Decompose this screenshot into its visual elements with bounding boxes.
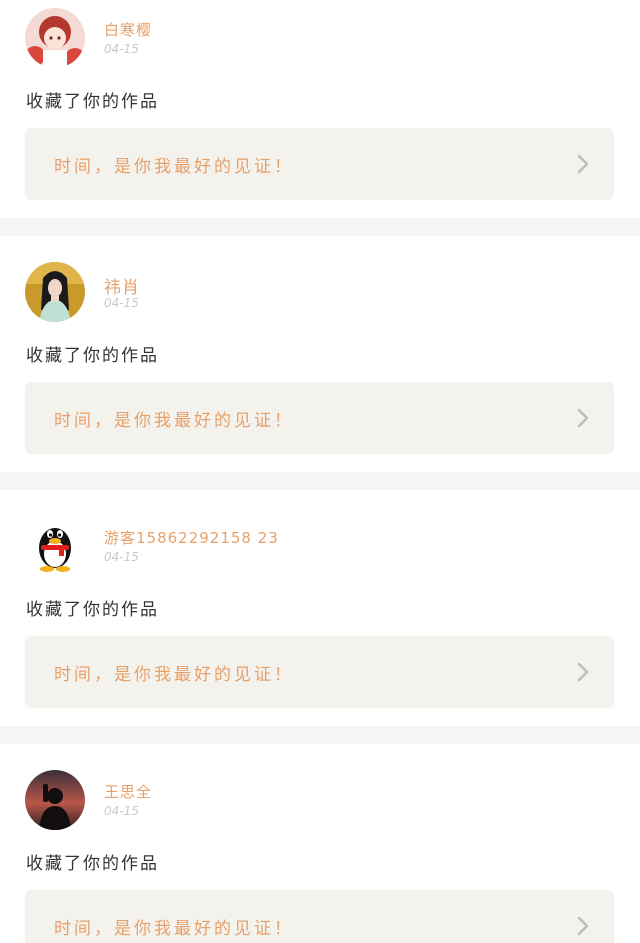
item-separator xyxy=(0,472,640,490)
work-title: 时间，是你我最好的见证！ xyxy=(54,411,294,431)
feed-item: 白寒樱 04-15 收藏了你的作品 时间，是你我最好的见证！ xyxy=(0,0,640,218)
user-avatar[interactable] xyxy=(25,770,85,830)
favorites-feed: 白寒樱 04-15 收藏了你的作品 时间，是你我最好的见证！ 祎肖 04-15 … xyxy=(0,0,640,943)
activity-date: 04-15 xyxy=(104,804,139,818)
user-name[interactable]: 王思全 xyxy=(104,781,152,802)
user-avatar[interactable] xyxy=(25,8,85,68)
chevron-right-icon xyxy=(577,408,589,428)
feed-item: 祎肖 04-15 收藏了你的作品 时间，是你我最好的见证！ xyxy=(0,236,640,454)
work-title: 时间，是你我最好的见证！ xyxy=(54,919,294,939)
work-card[interactable]: 时间，是你我最好的见证！ xyxy=(25,128,614,200)
activity-text: 收藏了你的作品 xyxy=(26,92,159,112)
activity-date: 04-15 xyxy=(104,296,139,310)
activity-date: 04-15 xyxy=(104,550,139,564)
activity-date: 04-15 xyxy=(104,42,139,56)
user-name[interactable]: 祎肖 xyxy=(104,273,140,298)
item-separator xyxy=(0,726,640,744)
user-avatar[interactable] xyxy=(25,516,85,576)
user-name[interactable]: 游客15862292158 23 xyxy=(104,527,279,548)
work-card[interactable]: 时间，是你我最好的见证！ xyxy=(25,382,614,454)
user-avatar[interactable] xyxy=(25,262,85,322)
feed-item: 游客15862292158 23 04-15 收藏了你的作品 时间，是你我最好的… xyxy=(0,490,640,708)
user-name[interactable]: 白寒樱 xyxy=(104,19,152,40)
activity-text: 收藏了你的作品 xyxy=(26,346,159,366)
chevron-right-icon xyxy=(577,916,589,936)
work-card[interactable]: 时间，是你我最好的见证！ xyxy=(25,890,614,943)
item-separator xyxy=(0,218,640,236)
chevron-right-icon xyxy=(577,662,589,682)
sunset-silhouette-avatar-icon xyxy=(25,770,85,830)
activity-text: 收藏了你的作品 xyxy=(26,600,159,620)
activity-text: 收藏了你的作品 xyxy=(26,854,159,874)
chevron-right-icon xyxy=(577,154,589,174)
feed-item: 王思全 04-15 收藏了你的作品 时间，是你我最好的见证！ xyxy=(0,744,640,943)
work-title: 时间，是你我最好的见证！ xyxy=(54,157,294,177)
work-title: 时间，是你我最好的见证！ xyxy=(54,665,294,685)
anime-girl-avatar-icon xyxy=(25,8,85,68)
work-card[interactable]: 时间，是你我最好的见证！ xyxy=(25,636,614,708)
hanfu-portrait-avatar-icon xyxy=(25,262,85,322)
qq-penguin-avatar-icon xyxy=(25,516,85,576)
